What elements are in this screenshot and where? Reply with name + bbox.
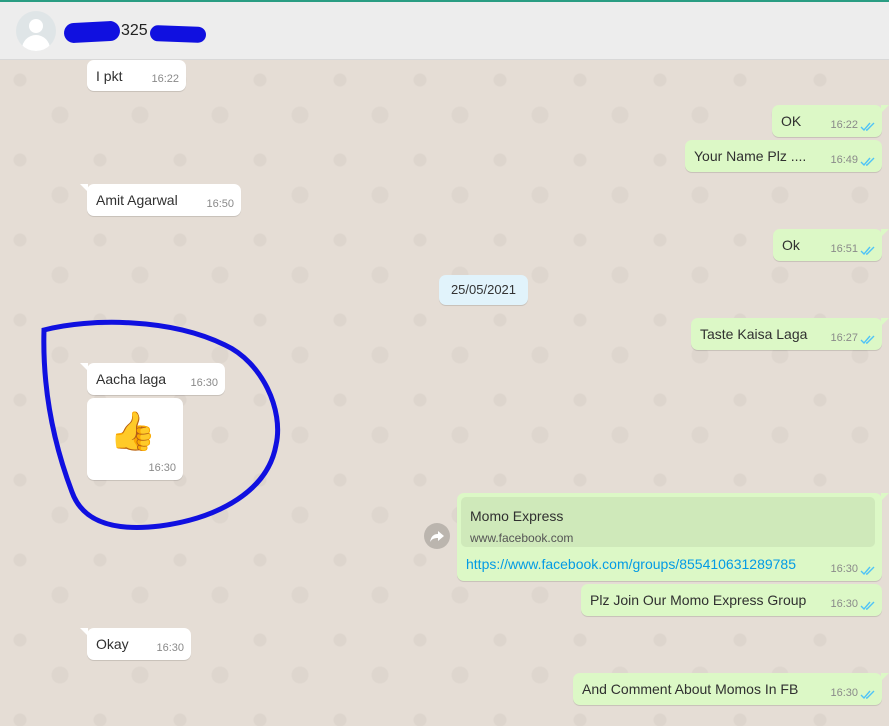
message-incoming[interactable]: Amit Agarwal 16:50	[80, 184, 241, 216]
message-time: 16:30	[830, 687, 858, 699]
double-tick-icon	[860, 157, 875, 167]
message-outgoing[interactable]: Ok 16:51	[773, 229, 889, 261]
message-outgoing[interactable]: Plz Join Our Momo Express Group 16:30	[581, 584, 882, 616]
message-text: Okay	[96, 636, 129, 652]
message-time: 16:30	[830, 598, 858, 610]
message-outgoing[interactable]: OK 16:22	[772, 105, 889, 137]
message-time: 16:51	[830, 243, 858, 255]
double-tick-icon	[860, 122, 875, 132]
link-preview-title: Momo Express	[470, 508, 564, 524]
double-tick-icon	[860, 566, 875, 576]
link-preview-domain: www.facebook.com	[470, 531, 574, 545]
forward-icon[interactable]	[424, 523, 450, 549]
message-incoming[interactable]: I pkt 16:22	[87, 60, 186, 91]
double-tick-icon	[860, 246, 875, 256]
message-time: 16:49	[830, 154, 858, 166]
message-text: I pkt	[96, 68, 123, 84]
message-text: OK	[781, 113, 802, 129]
double-tick-icon	[860, 601, 875, 611]
thumbs-up-icon: 👍	[109, 411, 157, 453]
double-tick-icon	[860, 690, 875, 700]
message-text: Aacha laga	[96, 371, 167, 387]
redaction-mark	[63, 20, 121, 44]
message-time: 16:50	[206, 198, 234, 210]
message-time: 16:30	[190, 377, 218, 389]
message-time: 16:30	[830, 563, 858, 575]
double-tick-icon	[860, 335, 875, 345]
message-time: 16:22	[151, 73, 179, 85]
message-time: 16:30	[156, 642, 184, 654]
message-incoming-emoji[interactable]: 👍 16:30	[87, 398, 183, 480]
message-outgoing-link[interactable]: Momo Express www.facebook.com https://ww…	[457, 493, 889, 581]
avatar-head-shape	[29, 19, 43, 33]
forward-arrow-icon	[430, 531, 444, 542]
message-text: Plz Join Our Momo Express Group	[590, 592, 807, 608]
redaction-mark	[149, 25, 207, 43]
avatar-body-shape	[22, 35, 50, 51]
message-text: Taste Kaisa Laga	[700, 326, 808, 342]
message-incoming[interactable]: Aacha laga 16:30	[80, 363, 225, 395]
message-text: Amit Agarwal	[96, 192, 178, 208]
message-outgoing[interactable]: Your Name Plz .... 16:49	[685, 140, 882, 172]
contact-avatar[interactable]	[16, 11, 56, 51]
message-text: Ok	[782, 237, 800, 253]
contact-name[interactable]: 325	[121, 22, 148, 40]
message-outgoing[interactable]: Taste Kaisa Laga 16:27	[691, 318, 889, 350]
link-preview-card[interactable]: Momo Express www.facebook.com	[461, 497, 875, 547]
message-outgoing[interactable]: And Comment About Momos In FB 16:30	[573, 673, 889, 705]
message-link[interactable]: https://www.facebook.com/groups/85541063…	[466, 556, 796, 572]
date-separator: 25/05/2021	[439, 275, 528, 305]
message-incoming[interactable]: Okay 16:30	[80, 628, 191, 660]
message-time: 16:30	[148, 462, 176, 474]
message-text: And Comment About Momos In FB	[582, 681, 799, 697]
message-text: Your Name Plz ....	[694, 148, 807, 164]
chat-header: 325	[0, 0, 889, 60]
message-time: 16:22	[830, 119, 858, 131]
message-time: 16:27	[830, 332, 858, 344]
